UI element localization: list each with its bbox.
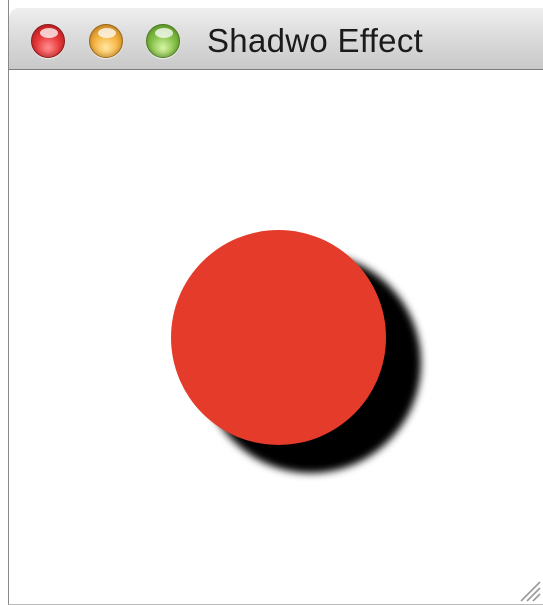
resize-grip-icon[interactable] [515,576,541,602]
minimize-button[interactable] [89,24,123,58]
app-window: Shadwo Effect [8,0,543,605]
content-pane [9,71,543,604]
title-bar[interactable]: Shadwo Effect [9,8,543,70]
window-title: Shadwo Effect [207,22,424,59]
close-button[interactable] [31,24,65,58]
zoom-button[interactable] [146,24,180,58]
red-circle [171,230,386,445]
